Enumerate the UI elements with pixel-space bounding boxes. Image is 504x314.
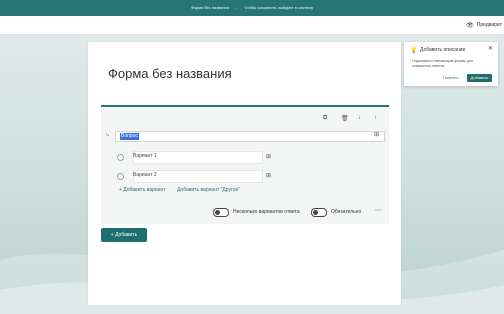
- form-title[interactable]: Форма без названия: [108, 66, 232, 81]
- question-number-icon: ⤷: [106, 132, 109, 138]
- question-footer: Несколько вариантов ответа Обязательно ⋯: [213, 207, 383, 217]
- eye-icon: 👁: [466, 22, 474, 29]
- add-question-button[interactable]: + Добавить: [101, 228, 147, 242]
- sign-in-hint[interactable]: Чтобы сохранить, войдите в систему: [244, 5, 313, 10]
- option-row[interactable]: Вариант 2 ⊞: [117, 170, 271, 183]
- title-separator: -: [235, 5, 238, 10]
- radio-button[interactable]: [117, 154, 124, 161]
- radio-button[interactable]: [117, 173, 124, 180]
- add-option-link[interactable]: + Добавить вариант: [119, 187, 166, 193]
- title-bar: Форма без названия - Чтобы сохранить, во…: [0, 0, 504, 16]
- toggle-knob: [215, 210, 220, 215]
- option-label[interactable]: Вариант 1: [133, 153, 157, 159]
- trash-icon[interactable]: 🗑: [341, 115, 349, 122]
- command-bar: 👁 Предварит: [0, 16, 504, 35]
- form-name: Форма без названия: [190, 5, 229, 10]
- more-options-icon[interactable]: ⋯: [375, 207, 381, 214]
- copy-icon[interactable]: ⧉: [323, 115, 327, 122]
- preview-button[interactable]: 👁 Предварит: [466, 20, 504, 30]
- close-icon[interactable]: ✕: [488, 45, 493, 52]
- lightbulb-icon: 💡: [410, 48, 418, 54]
- arrow-up-icon[interactable]: ↑: [374, 115, 377, 121]
- add-description-popup: 💡 Добавить описание ✕ Подскажите отвечаю…: [404, 42, 498, 86]
- toggle-knob: [313, 210, 318, 215]
- add-other-link[interactable]: Добавить вариант "Другое": [177, 187, 240, 193]
- got-it-button[interactable]: Понятно: [443, 75, 459, 80]
- required-label: Обязательно: [331, 209, 362, 215]
- add-description-button[interactable]: Добавить: [467, 74, 492, 82]
- popup-text: Подскажите отвечающим формы для повышени…: [412, 59, 473, 68]
- option-label[interactable]: Вариант 2: [133, 172, 157, 178]
- add-options-row: + Добавить вариант Добавить вариант "Дру…: [119, 187, 250, 193]
- question-input[interactable]: ⤷ Вопрос: [106, 131, 385, 142]
- insert-image-icon[interactable]: ⊞: [374, 131, 379, 138]
- preview-label: Предварит: [476, 22, 502, 28]
- question-text[interactable]: Вопрос: [120, 133, 139, 140]
- insert-image-icon[interactable]: ⊞: [266, 153, 271, 160]
- option-row[interactable]: Вариант 1 ⊞: [117, 151, 271, 164]
- popup-title: Добавить описание: [420, 47, 466, 53]
- multiple-answers-label: Несколько вариантов ответа: [233, 209, 300, 215]
- required-toggle[interactable]: [311, 208, 327, 217]
- multiple-answers-toggle[interactable]: [213, 208, 229, 217]
- arrow-down-icon[interactable]: ↓: [358, 115, 361, 121]
- form-card: Форма без названия ⧉ 🗑 ↓ ↑ ⤷ Вопрос ⊞ Ва…: [88, 42, 401, 305]
- question-card[interactable]: ⧉ 🗑 ↓ ↑ ⤷ Вопрос ⊞ Вариант 1 ⊞ Вариант 2…: [101, 105, 389, 224]
- insert-image-icon[interactable]: ⊞: [266, 172, 271, 179]
